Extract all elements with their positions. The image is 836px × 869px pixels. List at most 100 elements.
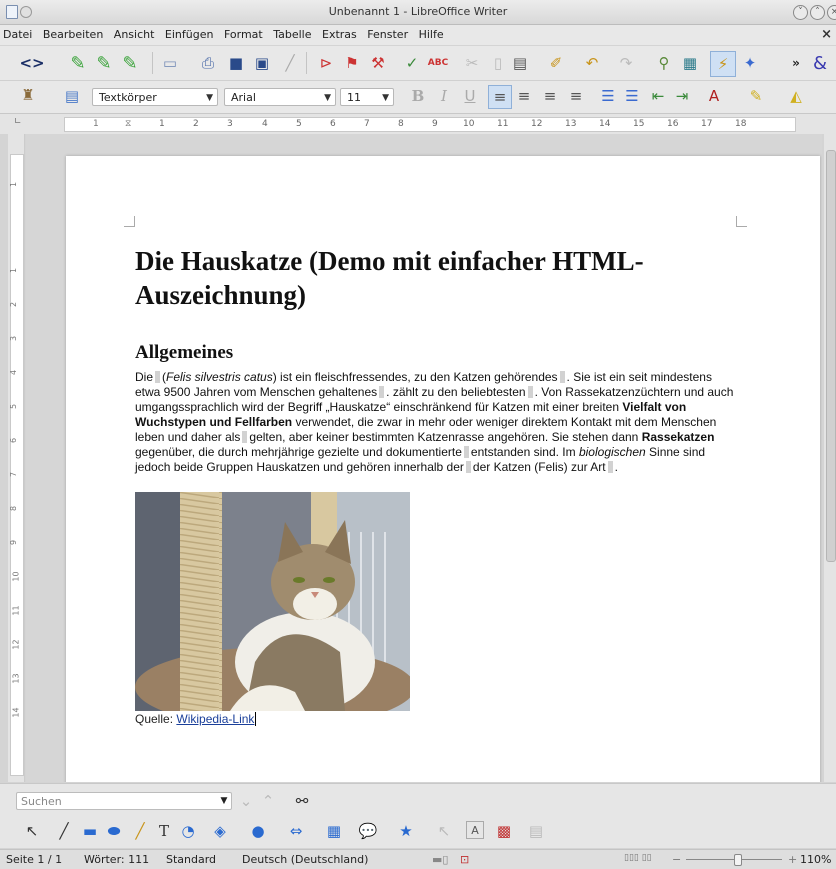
binoculars-icon[interactable]: ⚯ [292, 791, 312, 811]
basic-shapes-icon[interactable]: ◈ [210, 821, 230, 841]
overflow-chevron-icon[interactable]: » [786, 53, 806, 73]
highlight-icon[interactable]: ✎ [746, 86, 766, 106]
close-document-icon[interactable]: × [821, 27, 832, 42]
menu-fenster[interactable]: Fenster [364, 25, 412, 41]
maximize-button[interactable]: ˄ [810, 5, 825, 20]
cut-icon[interactable]: ✂ [462, 53, 482, 73]
flowchart-icon[interactable]: ▦ [324, 821, 344, 841]
save-icon[interactable]: ■ [226, 53, 246, 73]
menu-ansicht[interactable]: Ansicht [111, 25, 159, 41]
bullet-list-icon[interactable]: ☰ [622, 86, 642, 106]
document-area[interactable]: Die Hauskatze (Demo mit einfacher HTML-A… [26, 134, 822, 782]
symbol-shapes-icon[interactable]: ● [248, 821, 268, 841]
menu-einfuegen[interactable]: Einfügen [162, 25, 218, 41]
select-pointer-icon[interactable]: ↖ [22, 821, 42, 841]
document-page[interactable]: Die Hauskatze (Demo mit einfacher HTML-A… [66, 156, 820, 782]
align-left-icon[interactable]: ≡ [488, 85, 512, 109]
cat-photo[interactable] [135, 492, 410, 711]
status-language[interactable]: Deutsch (Deutschland) [242, 853, 368, 866]
bold-icon[interactable]: B [408, 86, 428, 106]
navigator-icon[interactable]: ⚡ [710, 51, 736, 77]
find-previous-icon[interactable]: ⌃ [258, 791, 278, 811]
indent-decrease-icon[interactable]: ⇤ [648, 86, 668, 106]
print-preview-icon[interactable]: ⚑ [342, 53, 362, 73]
callout-icon[interactable]: ◔ [178, 821, 198, 841]
extrusion-icon[interactable]: ▤ [526, 821, 546, 841]
indent-increase-icon[interactable]: ⇥ [672, 86, 692, 106]
draw-functions-icon[interactable]: ✦ [740, 53, 760, 73]
underline-icon[interactable]: U [460, 86, 480, 106]
save-as-icon[interactable]: ▣ [252, 53, 272, 73]
paragraph-style-select[interactable]: Textkörper ▼ [92, 88, 218, 106]
close-window-button[interactable]: × [827, 5, 836, 20]
status-page[interactable]: Seite 1 / 1 [6, 853, 62, 866]
undo-icon[interactable]: ↶ [582, 53, 602, 73]
view-layout-icon[interactable]: ▯▯▯ ▯▯ [624, 853, 652, 863]
status-zoom[interactable]: 110% [800, 853, 831, 866]
wikipedia-link[interactable]: Wikipedia-Link [176, 712, 254, 726]
print-direct-icon[interactable]: ⚒ [368, 53, 388, 73]
export-epub-icon[interactable]: ✎ [120, 53, 140, 74]
horizontal-ruler[interactable]: ∟ 1 ⧖ 1 2 3 4 5 6 7 8 9 10 11 12 13 14 1… [0, 114, 836, 134]
block-arrows-icon[interactable]: ⇔ [286, 821, 306, 841]
ellipse-icon[interactable]: ⬬ [104, 821, 124, 841]
search-input[interactable]: Suchen [16, 792, 232, 810]
clone-formatting-icon[interactable]: ✐ [546, 53, 566, 73]
font-name-select[interactable]: Arial ▼ [224, 88, 336, 106]
ampersand-icon[interactable]: & [810, 53, 830, 74]
menu-bearbeiten[interactable]: Bearbeiten [40, 25, 107, 41]
redo-icon[interactable]: ↷ [616, 53, 636, 73]
find-next-icon[interactable]: ⌄ [236, 791, 256, 811]
zoom-in-icon[interactable]: + [788, 853, 797, 866]
document-content[interactable]: Die Hauskatze (Demo mit einfacher HTML-A… [135, 244, 735, 726]
line-icon[interactable]: ╱ [54, 821, 74, 841]
status-word-count[interactable]: Wörter: 111 [84, 853, 149, 866]
autospellcheck-icon[interactable]: ABC [428, 53, 448, 73]
pdf-icon[interactable]: ⊳ [316, 53, 336, 73]
background-color-icon[interactable]: ◭ [786, 86, 806, 106]
fontwork-icon[interactable]: A [466, 821, 484, 839]
styles-people-icon[interactable]: ♜ [18, 85, 38, 105]
edit-mode-icon[interactable]: ╱ [280, 53, 300, 73]
menu-extras[interactable]: Extras [319, 25, 361, 41]
vertical-scrollbar[interactable] [824, 134, 836, 782]
zoom-slider-handle[interactable] [734, 854, 742, 866]
print-icon[interactable]: ⎙ [198, 53, 218, 73]
code-view-icon[interactable]: <> [19, 53, 44, 73]
new-document-icon[interactable]: ▭ [160, 53, 180, 73]
styles-window-icon[interactable]: ▤ [62, 86, 82, 106]
vertical-ruler[interactable]: 1 1 2 3 4 5 6 7 8 9 10 11 12 13 14 [8, 134, 25, 782]
rectangle-icon[interactable]: ▬ [80, 821, 100, 841]
points-icon[interactable]: ↖ [434, 821, 454, 841]
document-modified-icon[interactable]: ⊡ [460, 853, 469, 866]
font-size-select[interactable]: 11 ▼ [340, 88, 394, 106]
font-color-icon[interactable]: A [704, 86, 724, 106]
numbered-list-icon[interactable]: ☰ [598, 86, 618, 106]
stars-icon[interactable]: ★ [396, 821, 416, 841]
justify-icon[interactable]: ≡ [566, 86, 586, 106]
menu-format[interactable]: Format [221, 25, 267, 41]
status-page-style[interactable]: Standard [166, 853, 216, 866]
italic-icon[interactable]: I [434, 86, 454, 106]
insert-frame-icon[interactable]: ▩ [494, 821, 514, 841]
export-directly-icon[interactable]: ✎ [68, 53, 88, 74]
paste-icon[interactable]: ▤ [510, 53, 530, 73]
table-icon[interactable]: ▦ [680, 53, 700, 73]
menu-tabelle[interactable]: Tabelle [270, 25, 315, 41]
scrollbar-thumb[interactable] [826, 150, 836, 562]
callouts-icon[interactable]: 💬 [358, 821, 378, 841]
minimize-button[interactable]: ˅ [793, 5, 808, 20]
align-right-icon[interactable]: ≡ [540, 86, 560, 106]
menu-datei[interactable]: Datei [0, 25, 36, 41]
export-pdf-icon[interactable]: ✎ [94, 53, 114, 74]
insert-mode-icon[interactable]: ▬▯ [432, 853, 448, 866]
copy-icon[interactable]: ▯ [488, 53, 508, 73]
search-dropdown-chevron-icon[interactable]: ▼ [214, 791, 234, 811]
zoom-out-icon[interactable]: − [672, 853, 681, 866]
hyperlink-icon[interactable]: ⚲ [654, 53, 674, 73]
freeform-line-icon[interactable]: ╱ [130, 821, 150, 841]
tab-stop-icon[interactable]: ∟ [14, 117, 22, 127]
spellcheck-icon[interactable]: ✓ [402, 53, 422, 73]
text-box-icon[interactable]: T [154, 821, 174, 841]
align-center-icon[interactable]: ≡ [514, 86, 534, 106]
